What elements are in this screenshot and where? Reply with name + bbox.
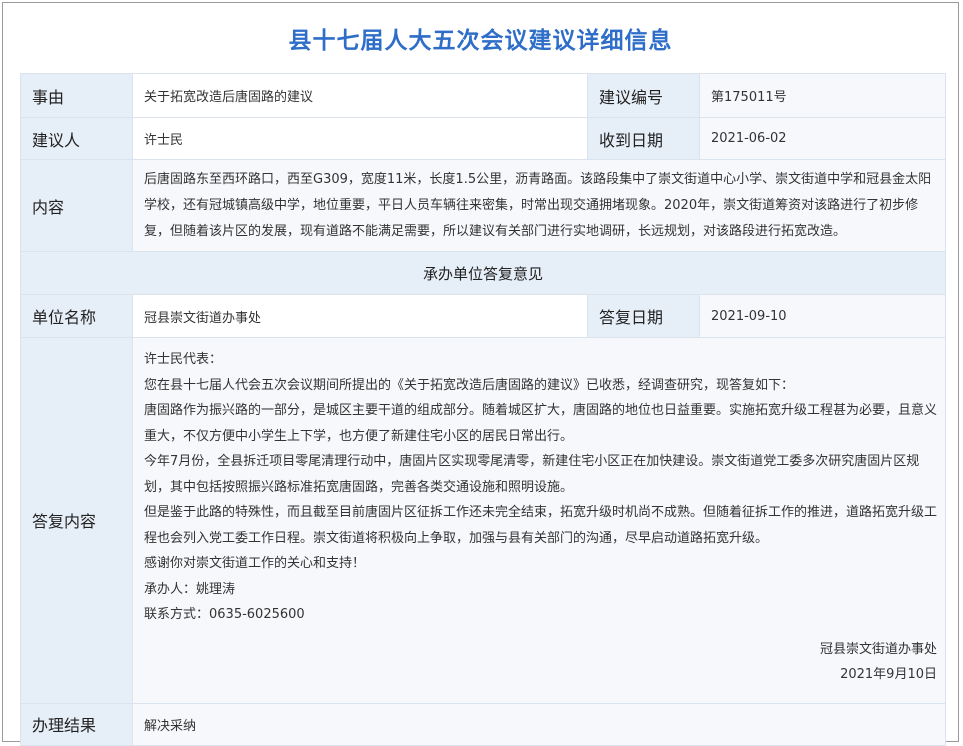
content-text: 后唐固路东至西环路口，西至G309，宽度11米，长度1.5公里，沥青路面。该路段… — [144, 171, 932, 239]
table-row: 内容 后唐固路东至西环路口，西至G309，宽度11米，长度1.5公里，沥青路面。… — [20, 159, 946, 252]
signature-date: 2021年9月10日 — [840, 667, 937, 682]
received-date-label: 收到日期 — [587, 117, 700, 160]
reply-date-value: 2021-09-10 — [699, 294, 946, 338]
reply-paragraph: 但是鉴于此路的特殊性，而且截至目前唐固片区征拆工作还未完全结束，拓宽升级时机尚不… — [144, 505, 938, 546]
table-row: 答复内容 许士民代表： 您在县十七届人代会五次会议期间所提出的《关于拓宽改造后唐… — [20, 337, 946, 704]
detail-table: 事由 关于拓宽改造后唐固路的建议 建议编号 第175011号 建议人 许士民 收… — [20, 73, 946, 746]
content-value: 后唐固路东至西环路口，西至G309，宽度11米，长度1.5公里，沥青路面。该路段… — [132, 159, 946, 252]
table-row: 承办单位答复意见 — [20, 251, 946, 295]
subject-label: 事由 — [20, 73, 133, 118]
reply-content-value: 许士民代表： 您在县十七届人代会五次会议期间所提出的《关于拓宽改造后唐固路的建议… — [132, 337, 946, 704]
reply-date-label: 答复日期 — [587, 294, 700, 338]
content-label: 内容 — [20, 159, 133, 252]
table-row: 事由 关于拓宽改造后唐固路的建议 建议编号 第175011号 — [20, 73, 946, 118]
proposal-number-label: 建议编号 — [587, 73, 700, 118]
reply-paragraph: 许士民代表： — [144, 352, 223, 367]
reply-paragraph: 感谢你对崇文街道工作的关心和支持！ — [144, 556, 366, 571]
proposer-label: 建议人 — [20, 117, 133, 160]
detail-frame: 县十七届人大五次会议建议详细信息 事由 关于拓宽改造后唐固路的建议 建议编号 第… — [2, 2, 959, 746]
proposal-number-value: 第175011号 — [699, 73, 946, 118]
reply-unit-label: 单位名称 — [20, 294, 133, 338]
reply-paragraph: 今年7月份，全县拆迁项目零尾清理行动中，唐固片区实现零尾清零，新建住宅小区正在加… — [144, 454, 920, 495]
proposer-value: 许士民 — [132, 117, 588, 160]
page-title: 县十七届人大五次会议建议详细信息 — [288, 28, 673, 54]
reply-unit-value: 冠县崇文街道办事处 — [132, 294, 588, 338]
table-row: 单位名称 冠县崇文街道办事处 答复日期 2021-09-10 — [20, 294, 946, 338]
signature-org: 冠县崇文街道办事处 — [819, 641, 937, 657]
reply-content-label: 答复内容 — [20, 337, 133, 704]
reply-paragraph: 唐固路作为振兴路的一部分，是城区主要干道的组成部分。随着城区扩大，唐固路的地位也… — [144, 403, 938, 444]
reply-body: 许士民代表： 您在县十七届人代会五次会议期间所提出的《关于拓宽改造后唐固路的建议… — [144, 339, 937, 702]
received-date-value: 2021-06-02 — [699, 117, 946, 160]
subject-value: 关于拓宽改造后唐固路的建议 — [132, 73, 588, 118]
reply-paragraph: 您在县十七届人代会五次会议期间所提出的《关于拓宽改造后唐固路的建议》已收悉，经调… — [144, 377, 795, 393]
table-row: 建议人 许士民 收到日期 2021-06-02 — [20, 117, 946, 160]
reply-paragraph: 承办人：姚理涛 — [144, 581, 236, 597]
reply-section-heading: 承办单位答复意见 — [20, 251, 946, 295]
result-label: 办理结果 — [20, 702, 133, 746]
table-row: 办理结果 解决采纳 — [20, 702, 946, 746]
result-value: 解决采纳 — [132, 702, 946, 746]
reply-paragraph: 联系方式：0635-6025600 — [144, 607, 305, 622]
